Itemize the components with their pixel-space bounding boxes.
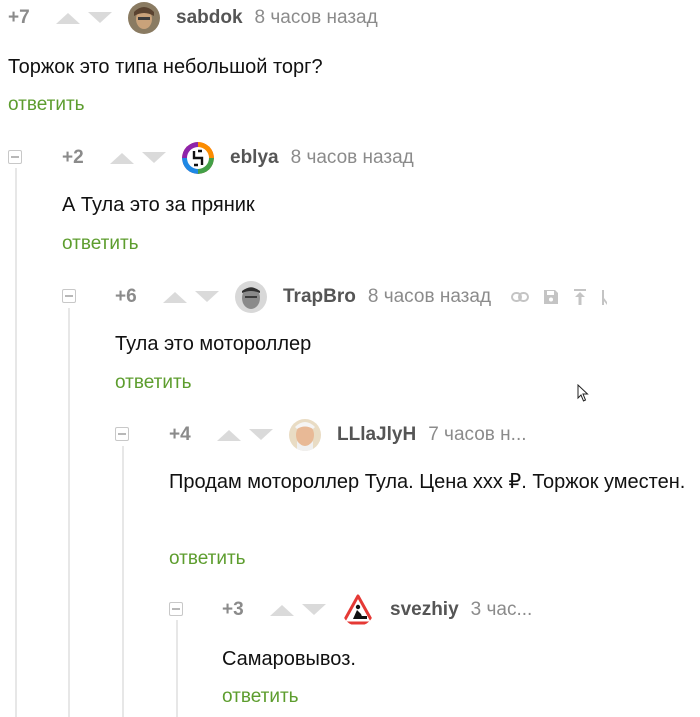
go-to-parent-icon[interactable] [573,288,587,306]
timestamp[interactable]: 8 часов назад [291,147,414,169]
thread-line-2 [68,308,70,717]
more-icon[interactable] [601,288,608,306]
reply-link[interactable]: ответить [169,548,246,570]
timestamp[interactable]: 8 часов назад [368,286,491,308]
thread-line-3 [122,446,124,717]
avatar[interactable] [235,281,267,313]
comment-header: +6 TrapBro 8 часов назад [115,281,608,313]
username[interactable]: TrapBro [283,286,356,308]
avatar[interactable] [128,2,160,34]
rating: +7 [8,7,30,28]
rating: +2 [62,147,84,168]
username[interactable]: sabdok [176,7,243,29]
username[interactable]: eblya [230,147,279,169]
comment-text: Тула это мотороллер [115,333,312,355]
vote-arrows [108,151,168,165]
thread-line-1 [15,168,17,717]
vote-arrows [268,603,328,617]
reply-link[interactable]: ответить [222,686,299,708]
vote-arrows [54,11,114,25]
comment-text: Торжок это типа небольшой торг? [8,56,323,78]
comment-header: +7 sabdok 8 часов назад [8,2,378,34]
link-icon[interactable] [511,291,530,303]
comment-text: А Тула это за пряник [62,194,255,216]
reply-link[interactable]: ответить [115,372,192,394]
timestamp[interactable]: 7 часов н... [428,424,526,446]
comment-header: +4 LLlaJlyH 7 часов н... [169,419,527,451]
save-icon[interactable] [543,289,559,305]
comment-header: +3 svezhiy 3 час... [222,594,532,626]
vote-arrows [161,290,221,304]
rating: +6 [115,286,137,307]
avatar[interactable] [342,594,374,626]
timestamp[interactable]: 3 час... [471,599,533,621]
downvote-icon[interactable] [86,11,114,25]
vote-arrows [215,428,275,442]
upvote-icon[interactable] [215,428,243,442]
downvote-icon[interactable] [300,603,328,617]
comment-tools [511,288,608,306]
downvote-icon[interactable] [140,151,168,165]
upvote-icon[interactable] [161,290,189,304]
upvote-icon[interactable] [54,11,82,25]
reply-link[interactable]: ответить [62,233,139,255]
collapse-button[interactable] [169,602,183,616]
rating: +4 [169,424,191,445]
username[interactable]: svezhiy [390,599,459,621]
thread-line-4 [176,620,178,717]
rating: +3 [222,599,244,620]
timestamp[interactable]: 8 часов назад [255,7,378,29]
avatar[interactable] [182,142,214,174]
collapse-button[interactable] [62,289,76,303]
downvote-icon[interactable] [193,290,221,304]
avatar[interactable] [289,419,321,451]
comment-text: Продам мотороллер Тула. Цена xxx ₽. Торж… [169,471,686,493]
mouse-cursor-icon [577,384,589,402]
upvote-icon[interactable] [108,151,136,165]
upvote-icon[interactable] [268,603,296,617]
reply-link[interactable]: ответить [8,94,85,116]
downvote-icon[interactable] [247,428,275,442]
comment-text: Самаровывоз. [222,648,356,670]
username[interactable]: LLlaJlyH [337,424,416,446]
comment-header: +2 eblya 8 часов назад [62,142,414,174]
collapse-button[interactable] [8,150,22,164]
collapse-button[interactable] [115,427,129,441]
